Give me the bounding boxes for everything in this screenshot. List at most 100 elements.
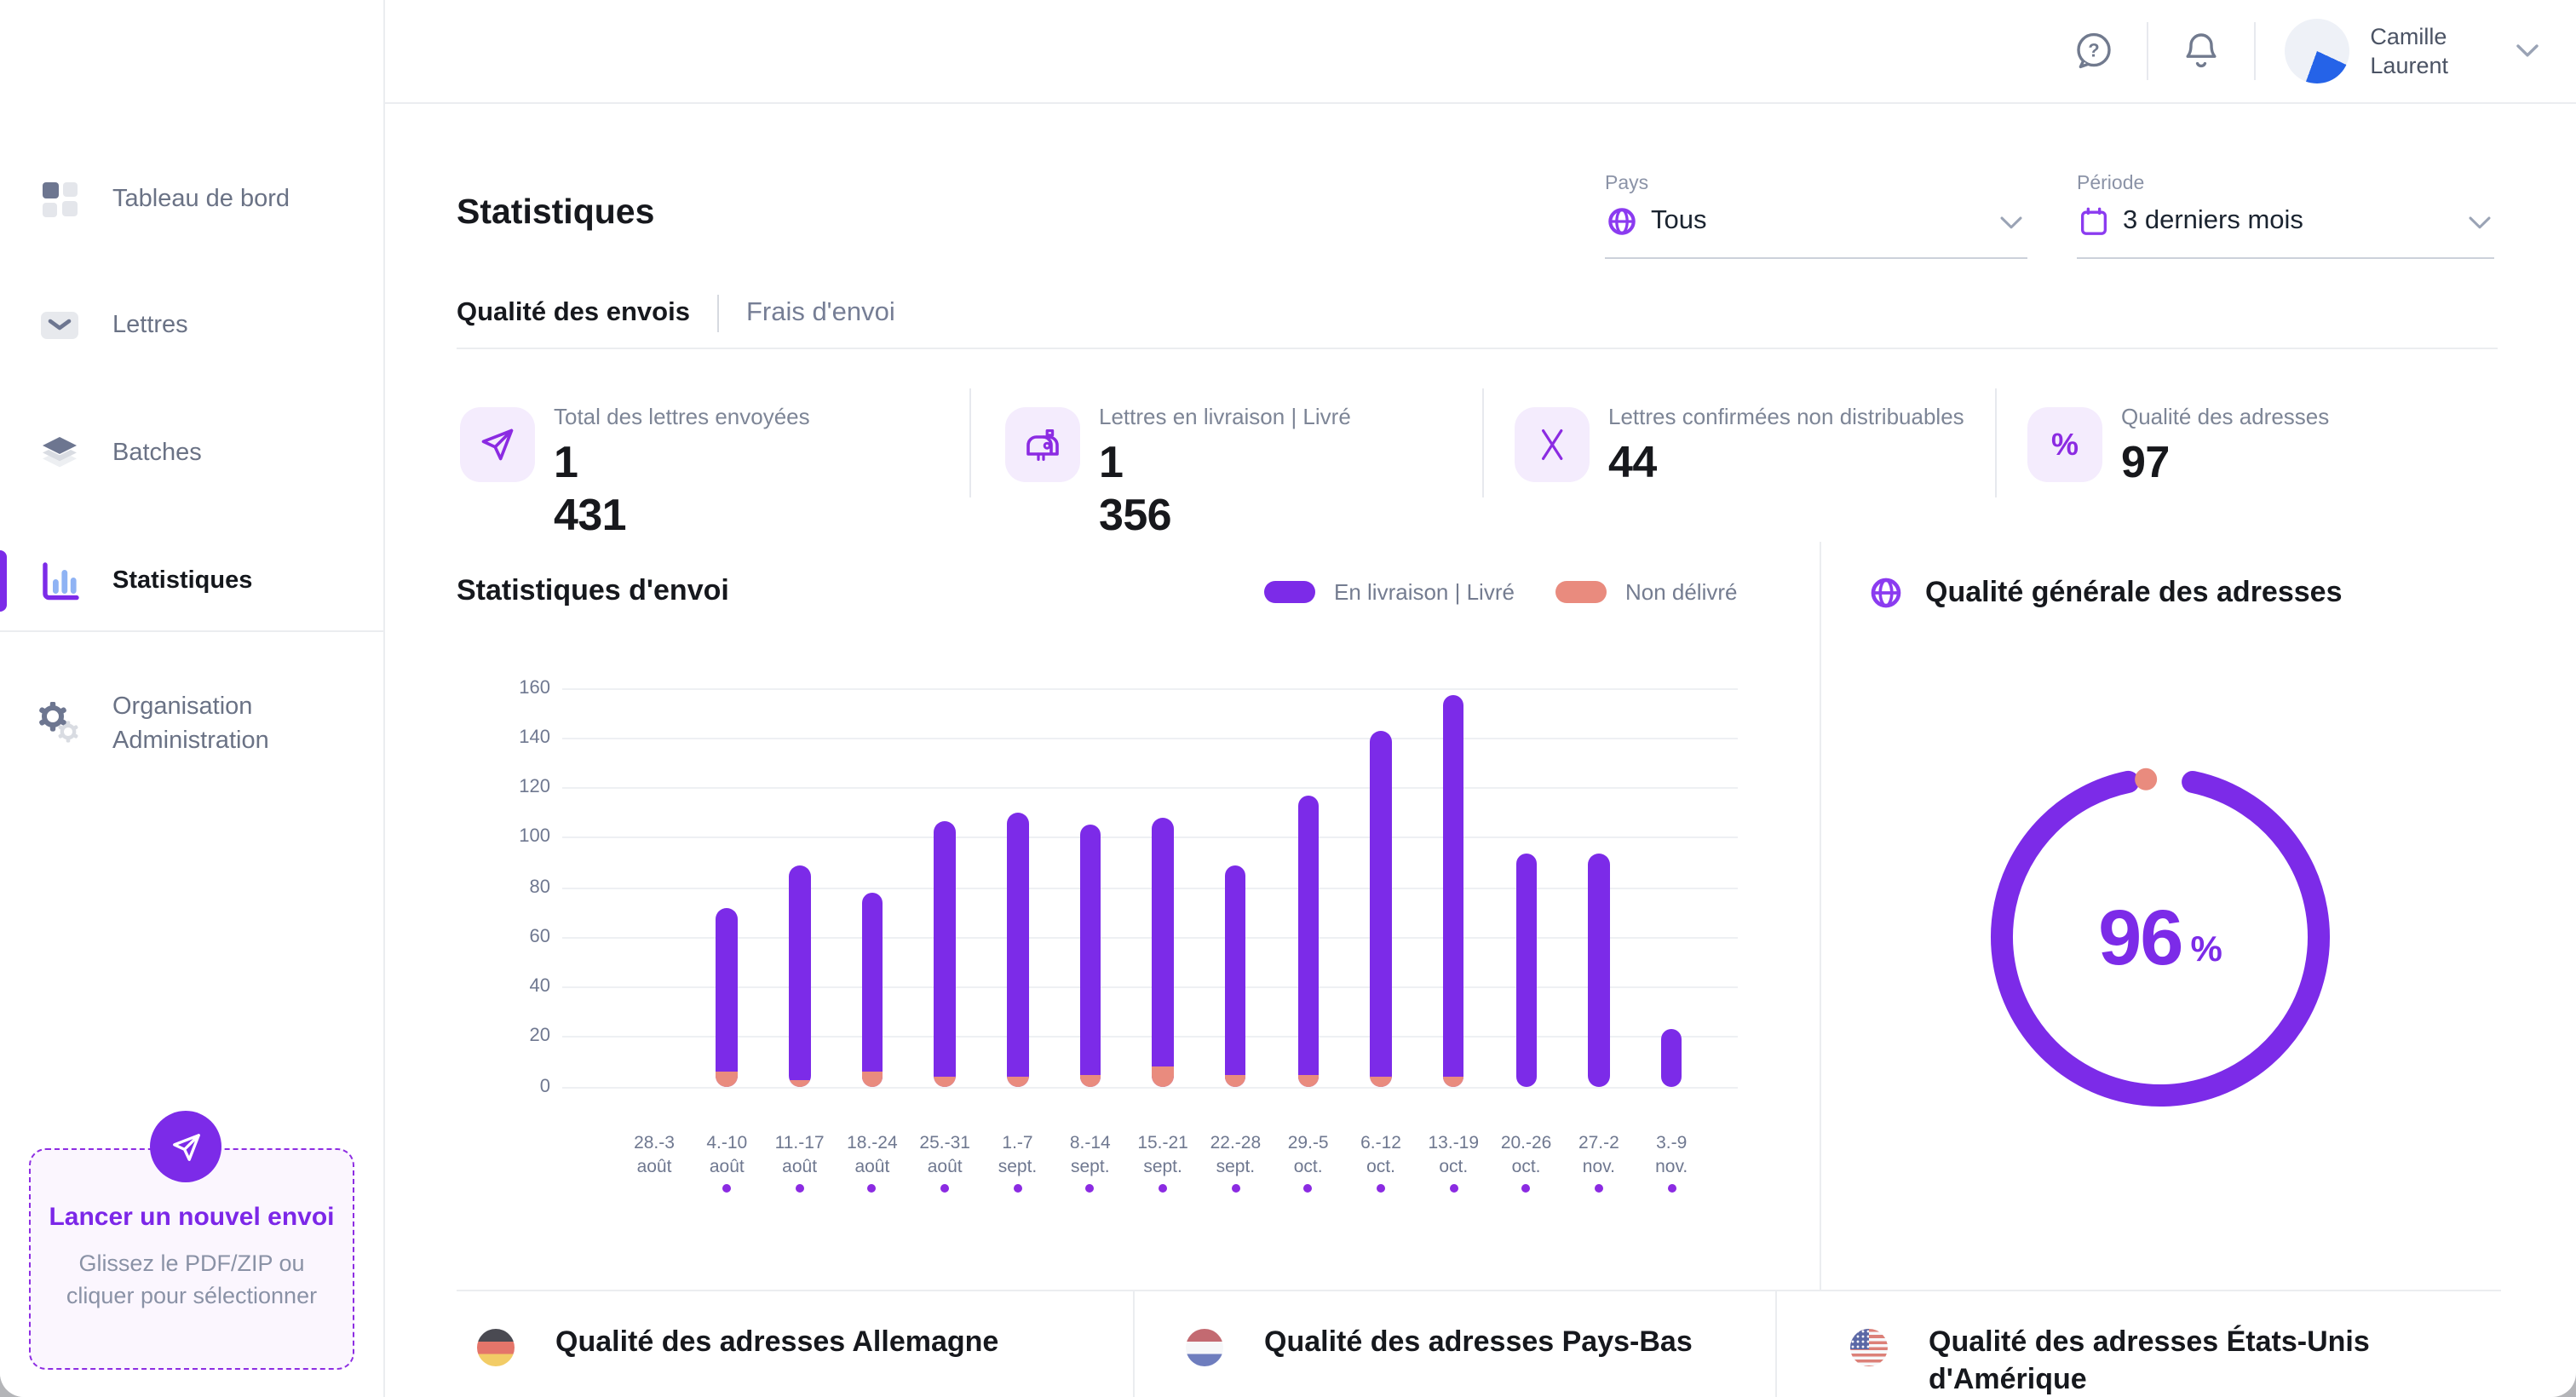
bar-8--14-sept- <box>1079 825 1101 1087</box>
bar-27--2-nov- <box>1588 853 1610 1087</box>
chevron-down-icon <box>2516 44 2539 58</box>
help-icon: ? <box>2077 32 2112 69</box>
country-filter[interactable]: Pays Tous <box>1605 174 2027 331</box>
y-axis-tick: 60 <box>529 926 551 947</box>
svg-text:%: % <box>2051 427 2079 462</box>
gridline <box>562 1086 1738 1088</box>
sidebar-item-lettres[interactable]: Lettres <box>0 285 383 366</box>
bar-segment-non-delivre <box>861 1072 883 1087</box>
bar-segment-non-delivre <box>934 1077 956 1087</box>
upload-dropzone[interactable]: Lancer un nouvel envoi Glissez le PDF/ZI… <box>29 1111 354 1370</box>
bar-segment-non-delivre <box>1224 1074 1246 1087</box>
donut-chart: 96 % <box>1969 746 2351 1128</box>
bar-segment-non-delivre <box>1152 1066 1174 1087</box>
tabs-divider <box>457 348 2498 349</box>
mailbox-icon <box>1005 407 1080 482</box>
sidebar-item-dashboard[interactable]: Tableau de bord <box>0 158 383 240</box>
stat-card-label: Lettres confirmées non distribuables <box>1608 404 1964 429</box>
bar-29--5-oct- <box>1297 795 1320 1087</box>
avatar <box>2285 19 2350 83</box>
chart-icon <box>37 559 82 603</box>
screen: SquareBox ? <box>0 0 2576 1397</box>
y-axis-tick: 40 <box>529 976 551 997</box>
x-axis-dot <box>1231 1184 1240 1193</box>
y-axis-tick: 0 <box>539 1076 550 1096</box>
y-axis-tick: 140 <box>519 727 550 748</box>
country-quality-title: Qualité des adresses Allemagne <box>555 1325 999 1358</box>
gridline <box>562 687 1738 689</box>
y-axis-tick: 160 <box>519 677 550 698</box>
card-divider <box>1995 388 1997 497</box>
bar-chart: 0 20 40 60 80 100 120 140 160 28.-3 août 4.-10 août 1… <box>519 677 1755 1193</box>
country-quality-de: Qualité des adresses Allemagne <box>477 1324 1135 1366</box>
x-axis-dot <box>1085 1184 1095 1193</box>
filter-value: Tous <box>1651 206 1707 235</box>
bar-segment-non-delivre <box>1442 1077 1464 1087</box>
x-axis-dot <box>1521 1184 1531 1193</box>
dashboard-icon <box>37 177 82 221</box>
x-axis-dot <box>795 1184 804 1193</box>
filter-label: Période <box>2077 174 2145 194</box>
bar-segment-non-delivre <box>1370 1077 1392 1087</box>
x-axis-dot <box>722 1184 732 1193</box>
user-menu[interactable]: Camille Laurent <box>2285 19 2539 83</box>
bar-segment-non-delivre <box>1079 1074 1101 1087</box>
bar-4--10-août <box>716 907 738 1087</box>
country-divider <box>1133 1291 1135 1397</box>
topbar: SquareBox ? <box>0 0 2576 104</box>
layers-icon <box>37 431 82 475</box>
sidebar-item-batches[interactable]: Batches <box>0 412 383 494</box>
stat-card-value: 44 <box>1608 436 1657 487</box>
app-window: SquareBox ? <box>0 0 2576 1397</box>
mail-icon <box>37 303 82 348</box>
x-axis-dot <box>1013 1184 1022 1193</box>
filter-underline <box>1605 257 2027 259</box>
bar-segment-non-delivre <box>1007 1077 1028 1087</box>
sidebar-item-label: Tableau de bord <box>112 186 290 213</box>
bar-18--24-août <box>861 892 883 1087</box>
gridline <box>562 737 1738 739</box>
address-quality-title: Qualité générale des adresses <box>1925 576 2343 608</box>
country-quality-us: Qualité des adresses États-Unis d'Amériq… <box>1850 1324 2457 1397</box>
period-filter[interactable]: Période 3 derniers mois <box>2077 174 2494 331</box>
bell-icon <box>2186 33 2217 68</box>
country-quality-title: Qualité des adresses Pays-Bas <box>1264 1325 1693 1358</box>
legend-label: Non délivré <box>1624 579 1738 605</box>
y-axis-tick: 100 <box>519 826 550 848</box>
gridline <box>562 887 1738 888</box>
address-quality-header: Qualité générale des adresses <box>1867 574 2343 612</box>
legend-item: En livraison | Livré <box>1264 579 1515 605</box>
sidebar-item-label: Lettres <box>112 312 188 339</box>
bar-22--28-sept- <box>1224 865 1246 1087</box>
stat-card-value: 97 <box>2121 436 2170 487</box>
bar-20--26-oct- <box>1515 853 1538 1087</box>
main-content: Statistiques Pays Tous Période 3 dernier… <box>385 104 2576 1397</box>
sidebar-item-statistiques[interactable]: Statistiques <box>0 540 383 622</box>
x-axis-dot <box>1159 1184 1168 1193</box>
filter-underline <box>2077 257 2494 259</box>
section-divider <box>457 1290 2501 1291</box>
globe-icon <box>1605 204 1639 239</box>
notifications-button[interactable] <box>2177 27 2225 75</box>
x-axis-dot <box>867 1184 877 1193</box>
legend-swatch <box>1264 581 1315 603</box>
svg-text:?: ? <box>2089 40 2100 61</box>
tab-divider <box>716 295 719 332</box>
help-button[interactable]: ? <box>2070 27 2118 75</box>
stat-card-value: 1 431 <box>554 436 627 540</box>
sidebar-divider <box>0 630 383 632</box>
bar-11--17-août <box>789 865 811 1087</box>
tab-qualite-des-envois[interactable]: Qualité des envois <box>457 298 690 329</box>
cross-icon <box>1515 407 1590 482</box>
send-stats-title: Statistiques d'envoi <box>457 574 729 607</box>
upload-title: Lancer un nouvel envoi <box>49 1203 335 1232</box>
calendar-icon <box>2077 204 2111 239</box>
tab-frais-denvoi[interactable]: Frais d'envoi <box>746 298 895 329</box>
bar-1--7-sept- <box>1007 813 1028 1087</box>
x-axis-label: 3.-9 nov. <box>1655 1133 1688 1177</box>
donut-value: 96 % <box>2098 893 2222 981</box>
bar-3--9-nov- <box>1660 1029 1682 1087</box>
filter-value: 3 derniers mois <box>2123 206 2303 235</box>
stat-card-value: 1 356 <box>1099 436 1172 540</box>
sidebar-item-organisation[interactable]: Organisation Administration <box>0 671 383 777</box>
